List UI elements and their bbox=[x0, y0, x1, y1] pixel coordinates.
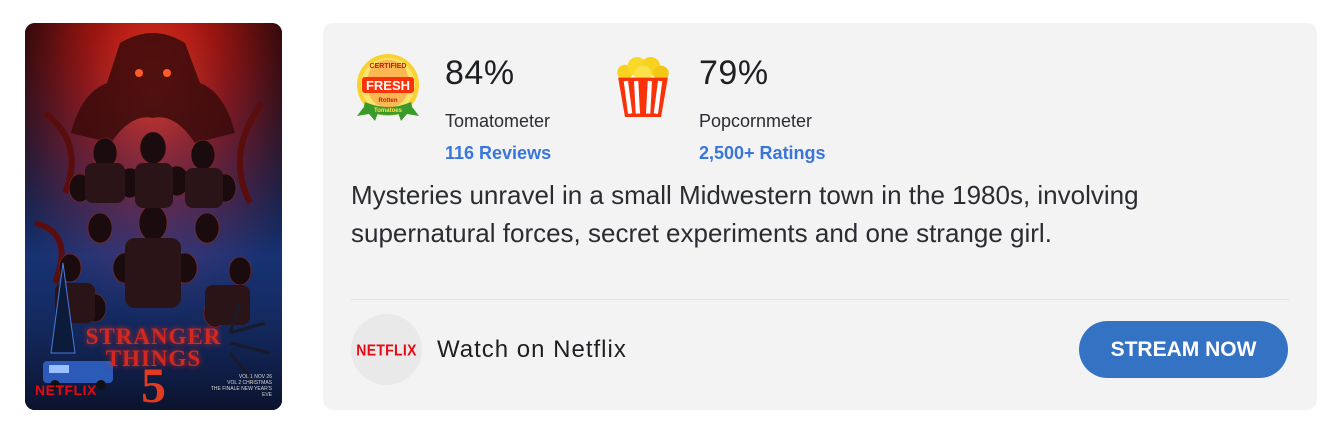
poster-title-line1: STRANGER bbox=[85, 324, 222, 349]
popcornmeter-label: Popcornmeter bbox=[699, 111, 813, 131]
stream-now-button[interactable]: STREAM NOW bbox=[1079, 321, 1288, 378]
popcornmeter-ratings-link[interactable]: 2,500+ Ratings bbox=[699, 143, 826, 164]
show-poster[interactable]: STRANGER THINGS 5 NETFLIX VOL 1 NOV 26 V… bbox=[25, 23, 282, 410]
poster-brand: NETFLIX bbox=[35, 382, 97, 398]
tomatometer-label: Tomatometer bbox=[445, 111, 551, 131]
poster-release-line3: THE FINALE NEW YEAR'S EVE bbox=[210, 386, 272, 398]
watch-on-label: Watch on Netflix bbox=[437, 336, 627, 363]
popcorn-bucket-icon bbox=[617, 57, 669, 117]
badge-rotten-text: Rotten bbox=[379, 98, 398, 104]
badge-certified-text: CERTIFIED bbox=[370, 63, 407, 70]
poster-release-dates: VOL 1 NOV 26 VOL 2 CHRISTMAS THE FINALE … bbox=[202, 374, 272, 398]
synopsis-text: Mysteries unravel in a small Midwestern … bbox=[351, 180, 1139, 248]
badge-fresh-text: FRESH bbox=[366, 78, 410, 93]
tomatometer-reviews-link[interactable]: 116 Reviews bbox=[445, 143, 551, 164]
badge-tomatoes-text: Tomatoes bbox=[374, 108, 403, 114]
netflix-logo-icon: NETFLIX bbox=[351, 314, 422, 385]
divider bbox=[351, 299, 1289, 300]
provider-logo-text: NETFLIX bbox=[356, 340, 417, 359]
certified-fresh-icon: CERTIFIED FRESH Rotten Tomatoes bbox=[357, 54, 419, 121]
tomatometer-percent: 84% bbox=[445, 54, 515, 92]
info-card: CERTIFIED FRESH Rotten Tomatoes 84% Toma… bbox=[323, 23, 1317, 410]
popcornmeter-percent: 79% bbox=[699, 54, 769, 92]
